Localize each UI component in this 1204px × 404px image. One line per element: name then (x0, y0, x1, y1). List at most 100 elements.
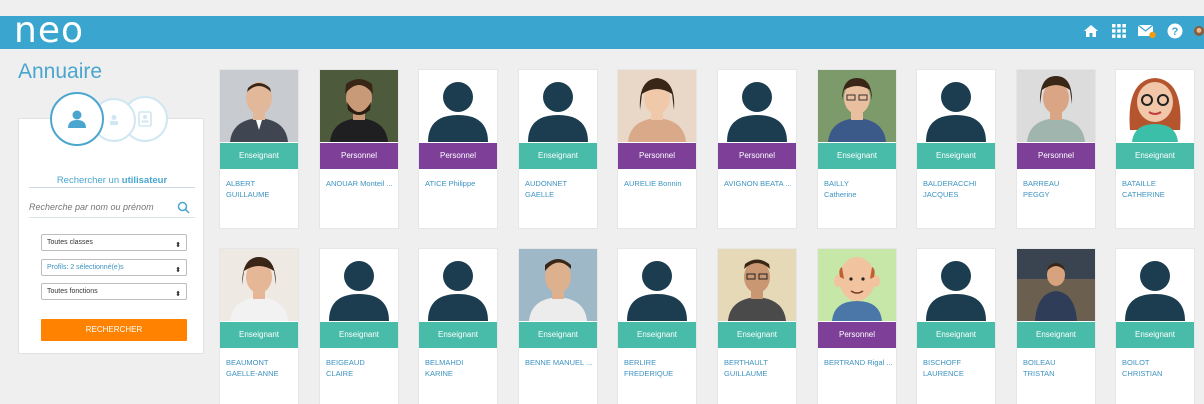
classes-select-value: Toutes classes (47, 239, 93, 246)
role-badge: Enseignant (618, 322, 696, 348)
user-name-line1: BERTHAULT (724, 358, 768, 367)
user-name-line1: AURELIE Bonnin (624, 179, 682, 188)
user-photo (618, 70, 696, 142)
messages-icon[interactable] (1138, 22, 1156, 40)
top-navigation-bar: neo ? (0, 11, 1204, 51)
user-name-line1: BEIGEAUD (326, 358, 365, 367)
default-avatar-icon (718, 70, 796, 142)
user-name-line1: AUDONNET (525, 179, 568, 188)
user-name[interactable]: BALDERACCHI JACQUES (923, 178, 993, 200)
user-avatar[interactable] (1194, 22, 1204, 40)
user-photo (220, 70, 298, 142)
user-name[interactable]: AVIGNON BEATA ... (724, 178, 794, 189)
role-badge: Personnel (718, 143, 796, 169)
user-card[interactable]: Enseignant BALDERACCHI JACQUES (916, 69, 996, 229)
role-badge: Personnel (1017, 143, 1095, 169)
card-icon (138, 111, 152, 127)
user-name-line2: PEGGY (1023, 190, 1050, 199)
user-card[interactable]: Enseignant AUDONNET GAELLE (518, 69, 598, 229)
search-button[interactable]: RECHERCHER (41, 319, 187, 341)
role-badge: Enseignant (519, 322, 597, 348)
user-card[interactable]: Enseignant BENNE MANUEL ... (518, 248, 598, 404)
default-avatar-icon (419, 249, 497, 321)
user-type-bubble[interactable] (50, 92, 104, 146)
neo-logo[interactable]: neo (14, 11, 84, 51)
user-name[interactable]: BARREAU PEGGY (1023, 178, 1093, 200)
page-title: Annuaire (18, 60, 103, 83)
search-input[interactable] (29, 199, 175, 215)
user-name[interactable]: BOILEAU TRISTAN (1023, 357, 1093, 379)
user-small-icon (110, 115, 118, 125)
user-name-line2: FREDERIQUE (624, 369, 674, 378)
select-arrows-icon: ⬍ (175, 242, 181, 249)
user-card[interactable]: Enseignant BEAUMONT GAELLE-ANNE (219, 248, 299, 404)
classes-select[interactable]: Toutes classes ⬍ (41, 234, 187, 251)
user-photo (220, 249, 298, 321)
user-name-line1: ANOUAR Monteil ... (326, 179, 393, 188)
user-card[interactable]: Personnel BERTRAND Rigal ... (817, 248, 897, 404)
user-card[interactable]: Enseignant BEIGEAUD CLAIRE (319, 248, 399, 404)
search-icon[interactable] (177, 201, 191, 215)
user-name[interactable]: AURELIE Bonnin (624, 178, 694, 189)
default-avatar-icon (917, 70, 995, 142)
user-name[interactable]: BENNE MANUEL ... (525, 357, 595, 368)
user-name-line1: BERLIRE (624, 358, 657, 367)
user-name-line2: TRISTAN (1023, 369, 1055, 378)
user-card[interactable]: Personnel AVIGNON BEATA ... (717, 69, 797, 229)
user-card[interactable]: Enseignant BOILOT CHRISTIAN (1115, 248, 1195, 404)
user-card[interactable]: Enseignant BISCHOFF LAURENCE (916, 248, 996, 404)
user-card[interactable]: Enseignant ALBERT GUILLAUME (219, 69, 299, 229)
user-name[interactable]: BOILOT CHRISTIAN (1122, 357, 1192, 379)
functions-select[interactable]: Toutes fonctions ⬍ (41, 283, 187, 300)
user-name[interactable]: ANOUAR Monteil ... (326, 178, 396, 189)
user-card[interactable]: Enseignant BERLIRE FREDERIQUE (617, 248, 697, 404)
user-name-line1: BAILLY (824, 179, 849, 188)
help-icon[interactable]: ? (1166, 22, 1184, 40)
user-name[interactable]: BERLIRE FREDERIQUE (624, 357, 694, 379)
role-badge: Personnel (419, 143, 497, 169)
user-name-line1: BEAUMONT (226, 358, 269, 367)
user-name[interactable]: AUDONNET GAELLE (525, 178, 595, 200)
user-card[interactable]: Enseignant BATAILLE CATHERINE (1115, 69, 1195, 229)
user-card[interactable]: Enseignant BAILLY Catherine (817, 69, 897, 229)
role-badge: Enseignant (519, 143, 597, 169)
user-name-line1: BARREAU (1023, 179, 1060, 188)
user-name[interactable]: ATICE Philippe (425, 178, 495, 189)
user-name[interactable]: BISCHOFF LAURENCE (923, 357, 993, 379)
role-badge: Enseignant (718, 322, 796, 348)
user-card[interactable]: Personnel BARREAU PEGGY (1016, 69, 1096, 229)
user-photo (519, 249, 597, 321)
user-name[interactable]: BAILLY Catherine (824, 178, 894, 200)
user-photo (818, 70, 896, 142)
user-card[interactable]: Personnel ANOUAR Monteil ... (319, 69, 399, 229)
user-name[interactable]: ALBERT GUILLAUME (226, 178, 296, 200)
profiles-select[interactable]: Profils: 2 sélectionné(e)s ⬍ (41, 259, 187, 276)
user-photo (1017, 249, 1095, 321)
search-panel: Rechercher un utilisateur Toutes classes… (18, 118, 204, 354)
user-name-line2: CATHERINE (1122, 190, 1165, 199)
user-name-line2: GAELLE-ANNE (226, 369, 279, 378)
apps-grid-icon[interactable] (1110, 22, 1128, 40)
role-badge: Enseignant (220, 143, 298, 169)
home-icon[interactable] (1082, 22, 1100, 40)
user-card[interactable]: Personnel AURELIE Bonnin (617, 69, 697, 229)
role-badge: Personnel (818, 322, 896, 348)
user-card[interactable]: Enseignant BELMAHDI KARINE (418, 248, 498, 404)
user-name-line2: CLAIRE (326, 369, 354, 378)
user-name[interactable]: BEAUMONT GAELLE-ANNE (226, 357, 296, 379)
user-name[interactable]: BELMAHDI KARINE (425, 357, 495, 379)
search-title: Rechercher un utilisateur (19, 175, 205, 186)
select-arrows-icon: ⬍ (175, 291, 181, 298)
user-card[interactable]: Enseignant BOILEAU TRISTAN (1016, 248, 1096, 404)
user-name[interactable]: BEIGEAUD CLAIRE (326, 357, 396, 379)
user-name-line1: ALBERT (226, 179, 256, 188)
default-avatar-icon (519, 70, 597, 142)
user-card[interactable]: Enseignant BERTHAULT GUILLAUME (717, 248, 797, 404)
user-name[interactable]: BATAILLE CATHERINE (1122, 178, 1192, 200)
user-name-line2: LAURENCE (923, 369, 964, 378)
user-name[interactable]: BERTHAULT GUILLAUME (724, 357, 794, 379)
user-name-line1: ATICE Philippe (425, 179, 476, 188)
user-card[interactable]: Personnel ATICE Philippe (418, 69, 498, 229)
user-name[interactable]: BERTRAND Rigal ... (824, 357, 894, 368)
role-badge: Enseignant (220, 322, 298, 348)
